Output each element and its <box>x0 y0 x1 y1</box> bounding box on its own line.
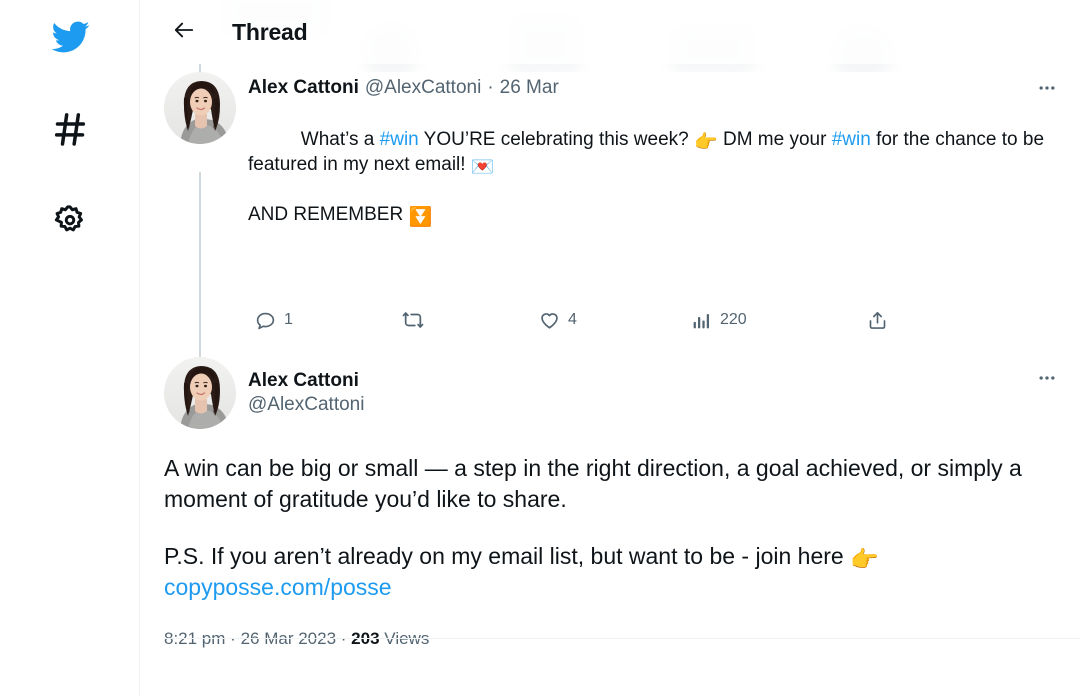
retweet-button[interactable] <box>396 303 532 337</box>
thread-header: Thread <box>140 0 1080 64</box>
author-block: Alex Cattoni @AlexCattoni <box>236 369 364 417</box>
text-segment-3: DM me your <box>717 129 832 150</box>
ps-text: P.S. If you aren’t already on my email l… <box>164 543 851 569</box>
thread-connector-bottom <box>199 172 201 362</box>
heart-icon <box>532 303 566 337</box>
tweet-root-focused: Alex Cattoni @AlexCattoni A win can be b… <box>140 347 1080 649</box>
gear-icon <box>52 203 88 244</box>
text-segment-5: AND REMEMBER <box>248 204 409 225</box>
views-count: 220 <box>720 311 747 328</box>
love-letter-emoji: 💌 <box>470 157 495 178</box>
like-button[interactable]: 4 <box>532 303 684 337</box>
pointing-right-emoji: 👉 <box>694 132 718 153</box>
avatar[interactable] <box>164 72 236 144</box>
share-icon <box>860 303 894 337</box>
thread-page: Thread Alex Cattoni @AlexCattoni · 26 Ma… <box>0 0 1080 696</box>
tweet-paragraph-2: P.S. If you aren’t already on my email l… <box>164 541 1064 603</box>
more-options-button[interactable] <box>1030 74 1064 108</box>
text-segment-1: What’s a <box>300 129 380 150</box>
twitter-bird-icon <box>50 17 90 62</box>
tweet-root[interactable]: Alex Cattoni @AlexCattoni · 26 Mar What’… <box>140 64 1080 362</box>
hashtag-icon <box>50 109 90 154</box>
avatar[interactable] <box>164 357 236 429</box>
sidebar-nav <box>0 0 140 696</box>
tweet-text: A win can be big or small — a step in th… <box>164 453 1064 603</box>
share-button[interactable] <box>860 303 894 337</box>
avatar-column <box>164 64 236 362</box>
ellipsis-icon <box>1037 78 1057 105</box>
author-name[interactable]: Alex Cattoni <box>248 76 359 100</box>
author-handle[interactable]: @AlexCattoni <box>248 393 364 417</box>
sidebar-item-explore[interactable] <box>43 104 97 158</box>
hashtag-link-win-1[interactable]: #win <box>380 129 419 150</box>
tweet-date[interactable]: 26 Mar <box>500 76 559 100</box>
tweet-text: What’s a #win YOU’RE celebrating this we… <box>248 102 1064 277</box>
sidebar-item-settings[interactable] <box>43 196 97 250</box>
more-options-button[interactable] <box>1030 363 1064 397</box>
tweet-header: Alex Cattoni @AlexCattoni · 26 Mar <box>248 76 1064 100</box>
retweet-icon <box>396 303 430 337</box>
views-button[interactable]: 220 <box>684 303 860 337</box>
meta-separator: · <box>487 77 494 98</box>
tweet-body: Alex Cattoni @AlexCattoni · 26 Mar What’… <box>236 72 1064 347</box>
tweet-text-line2: AND REMEMBER ⏬ <box>248 202 1064 227</box>
page-title: Thread <box>232 18 308 45</box>
author-handle[interactable]: @AlexCattoni <box>365 76 481 100</box>
reply-icon <box>248 303 282 337</box>
tweet-paragraph-1: A win can be big or small — a step in th… <box>164 455 1022 512</box>
text-segment-2: YOU’RE celebrating this week? <box>418 129 695 150</box>
like-count: 4 <box>568 311 577 328</box>
tweet-header: Alex Cattoni @AlexCattoni <box>164 347 1064 429</box>
ellipsis-icon <box>1037 368 1057 393</box>
pointing-right-emoji: 👉 <box>850 546 879 572</box>
double-down-arrow-emoji: ⏬ <box>408 207 433 228</box>
back-arrow-icon <box>173 19 195 46</box>
section-divider <box>164 638 1080 639</box>
reply-button[interactable]: 1 <box>248 303 396 337</box>
analytics-icon <box>684 303 718 337</box>
back-button[interactable] <box>164 12 204 52</box>
external-link-copyposse[interactable]: copyposse.com/posse <box>164 574 392 600</box>
author-name[interactable]: Alex Cattoni <box>248 369 364 393</box>
tweet-timestamp: 8:21 pm · 26 Mar 2023 · 203 Views <box>164 629 1064 649</box>
engagement-bar: 1 4 220 <box>248 303 908 337</box>
sidebar-item-home[interactable] <box>43 12 97 66</box>
main-column: Thread Alex Cattoni @AlexCattoni · 26 Ma… <box>140 0 1080 696</box>
reply-count: 1 <box>284 311 293 328</box>
hashtag-link-win-2[interactable]: #win <box>832 129 871 150</box>
